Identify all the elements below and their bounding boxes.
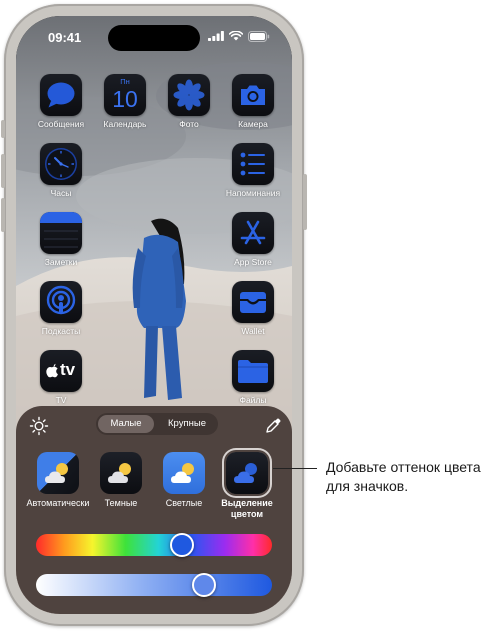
style-option-light[interactable]: Светлые <box>151 452 217 509</box>
volume-down-button <box>1 198 5 232</box>
app-files[interactable]: Файлы <box>215 350 291 405</box>
status-icons <box>208 30 270 42</box>
tv-icon: tv <box>40 350 82 392</box>
customize-sheet: Малые Крупные Автоматически Темные Светл… <box>16 406 292 614</box>
app-camera[interactable]: Камера <box>215 74 291 129</box>
app-store-icon <box>232 212 274 254</box>
calendar-date: 10 <box>112 86 138 112</box>
camera-icon <box>232 74 274 116</box>
tv-glyph: tv <box>60 360 76 379</box>
phone-screen: 09:41 Сообщения Пн 10 Календарь Фото Кам… <box>16 16 292 614</box>
saturation-slider[interactable] <box>36 573 272 597</box>
status-time: 09:41 <box>48 30 82 45</box>
app-label: App Store <box>234 257 272 267</box>
battery-icon <box>248 30 270 42</box>
weather-icon <box>100 452 142 494</box>
clock-icon <box>40 143 82 185</box>
weather-icon <box>37 452 79 494</box>
dynamic-island <box>108 25 200 51</box>
app-label: Камера <box>238 119 268 129</box>
iphone-frame: 09:41 Сообщения Пн 10 Календарь Фото Кам… <box>1 4 307 626</box>
size-large-button[interactable]: Крупные <box>158 415 216 433</box>
app-label: Напоминания <box>225 188 281 198</box>
hue-slider-knob[interactable] <box>170 533 195 557</box>
eyedropper-icon[interactable] <box>264 417 282 435</box>
app-label: Заметки <box>44 257 78 267</box>
app-reminders[interactable]: Напоминания <box>215 143 291 198</box>
icon-size-segmented-control: Малые Крупные <box>96 413 218 435</box>
reminders-icon <box>232 143 274 185</box>
style-label: Выделение цветом <box>221 498 273 519</box>
saturation-slider-knob[interactable] <box>191 573 216 597</box>
calendar-icon: Пн 10 <box>104 74 146 116</box>
files-icon <box>232 350 274 392</box>
hue-slider[interactable] <box>36 533 272 557</box>
action-button <box>1 120 5 138</box>
podcasts-icon <box>40 281 82 323</box>
app-app-store[interactable]: App Store <box>215 212 291 267</box>
notes-icon <box>40 212 82 254</box>
apple-logo-icon <box>46 363 58 378</box>
side-button <box>303 174 307 230</box>
wifi-icon <box>229 31 243 41</box>
style-option-dark[interactable]: Темные <box>88 452 154 509</box>
calendar-weekday: Пн <box>120 77 130 86</box>
sun-icon[interactable] <box>29 416 49 436</box>
style-label: Автоматически <box>26 498 90 508</box>
app-wallet[interactable]: Wallet <box>215 281 291 336</box>
callout-leader-line <box>273 468 317 469</box>
callout-text: Добавьте оттенок цвета для значков. <box>326 459 481 494</box>
app-label: Файлы <box>239 395 267 405</box>
app-label: TV <box>55 395 67 405</box>
size-small-button[interactable]: Малые <box>98 415 154 433</box>
messages-icon <box>40 74 82 116</box>
style-label: Светлые <box>165 498 203 508</box>
status-bar: 09:41 <box>16 16 292 60</box>
app-clock[interactable]: Часы <box>23 143 99 198</box>
volume-up-button <box>1 154 5 188</box>
weather-icon <box>163 452 205 494</box>
app-notes[interactable]: Заметки <box>23 212 99 267</box>
style-label: Темные <box>104 498 138 508</box>
app-label: Подкасты <box>41 326 81 336</box>
wallet-icon <box>232 281 274 323</box>
cellular-signal-icon <box>208 31 224 41</box>
style-option-automatic[interactable]: Автоматически <box>25 452 91 509</box>
app-tv[interactable]: tv TV <box>23 350 99 405</box>
app-label: Wallet <box>241 326 265 336</box>
style-option-tinted[interactable]: Выделение цветом <box>214 452 280 520</box>
app-podcasts[interactable]: Подкасты <box>23 281 99 336</box>
photos-icon <box>168 74 210 116</box>
app-label: Часы <box>50 188 72 198</box>
weather-icon <box>226 452 268 494</box>
